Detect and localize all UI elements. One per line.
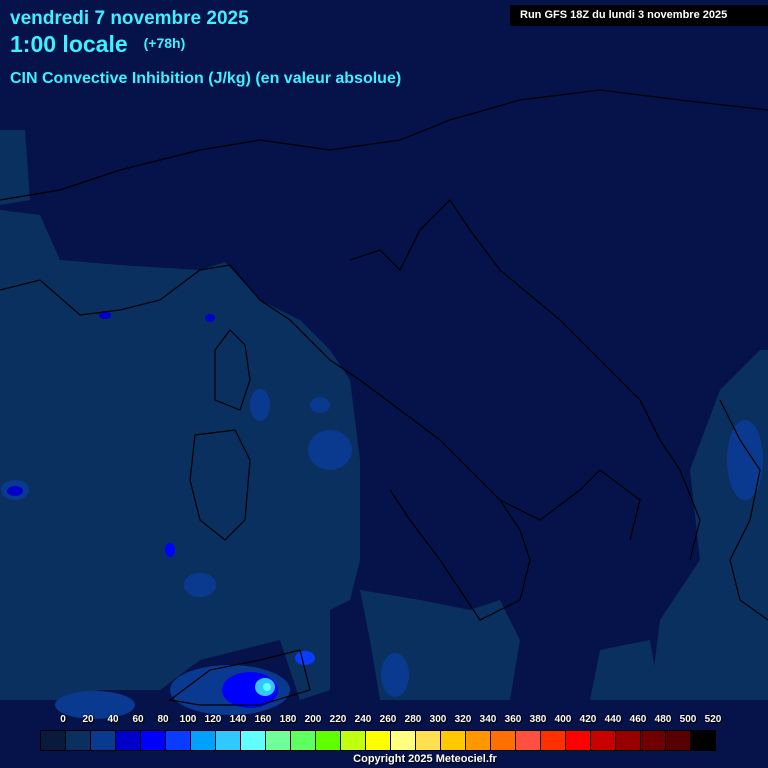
legend-label: 400 xyxy=(554,714,572,725)
legend-swatch xyxy=(266,731,291,750)
legend-swatch xyxy=(141,731,166,750)
legend-swatch xyxy=(566,731,591,750)
legend-label: 20 xyxy=(82,714,94,725)
legend-label: 220 xyxy=(329,714,347,725)
legend-swatch xyxy=(216,731,241,750)
legend-label: 420 xyxy=(579,714,597,725)
legend-swatch xyxy=(116,731,141,750)
legend-swatch xyxy=(616,731,641,750)
legend-swatch xyxy=(641,731,666,750)
lead-time: (+78h) xyxy=(143,35,186,51)
legend-swatch xyxy=(316,731,341,750)
color-legend xyxy=(40,730,716,751)
weather-map: vendredi 7 novembre 2025 1:00 locale (+78… xyxy=(0,0,768,768)
legend-label: 360 xyxy=(504,714,522,725)
legend-swatch xyxy=(241,731,266,750)
legend-label: 380 xyxy=(529,714,547,725)
copyright: Copyright 2025 Meteociel.fr xyxy=(353,753,497,765)
legend-label: 520 xyxy=(704,714,722,725)
legend-swatch xyxy=(666,731,691,750)
legend-label: 200 xyxy=(304,714,322,725)
legend-swatch xyxy=(341,731,366,750)
legend-label: 80 xyxy=(157,714,169,725)
legend-label: 180 xyxy=(279,714,297,725)
legend-swatch xyxy=(91,731,116,750)
legend-label: 0 xyxy=(60,714,66,725)
legend-label: 480 xyxy=(654,714,672,725)
legend-label: 320 xyxy=(454,714,472,725)
legend-swatch xyxy=(516,731,541,750)
legend-swatch xyxy=(416,731,441,750)
forecast-time: 1:00 locale (+78h) xyxy=(10,31,185,58)
forecast-date: vendredi 7 novembre 2025 xyxy=(10,8,249,29)
legend-swatch xyxy=(541,731,566,750)
cin-map-canvas xyxy=(0,0,768,768)
parameter-title: CIN Convective Inhibition (J/kg) (en val… xyxy=(10,70,402,87)
legend-label: 140 xyxy=(229,714,247,725)
legend-label: 260 xyxy=(379,714,397,725)
legend-label: 120 xyxy=(204,714,222,725)
legend-swatch xyxy=(291,731,316,750)
legend-label: 100 xyxy=(179,714,197,725)
legend-swatch xyxy=(591,731,616,750)
legend-swatch xyxy=(391,731,416,750)
model-run-label: Run GFS 18Z du lundi 3 novembre 2025 xyxy=(510,5,768,26)
legend-swatch xyxy=(691,731,715,750)
legend-swatch xyxy=(191,731,216,750)
legend-swatch xyxy=(441,731,466,750)
legend-label: 240 xyxy=(354,714,372,725)
legend-label: 500 xyxy=(679,714,697,725)
legend-label: 300 xyxy=(429,714,447,725)
legend-swatch xyxy=(466,731,491,750)
legend-labels: 0 20 40 60 80 100 120 140 160 180 200 220 240 260 280 3… xyxy=(40,714,740,728)
legend-label: 40 xyxy=(107,714,119,725)
legend-swatch xyxy=(166,731,191,750)
legend-label: 60 xyxy=(132,714,144,725)
legend-swatch xyxy=(366,731,391,750)
local-time: 1:00 locale xyxy=(10,31,128,57)
legend-label: 460 xyxy=(629,714,647,725)
legend-swatch xyxy=(41,731,66,750)
legend-label: 160 xyxy=(254,714,272,725)
legend-label: 440 xyxy=(604,714,622,725)
legend-swatch xyxy=(66,731,91,750)
legend-label: 280 xyxy=(404,714,422,725)
legend-label: 340 xyxy=(479,714,497,725)
legend-swatch xyxy=(491,731,516,750)
